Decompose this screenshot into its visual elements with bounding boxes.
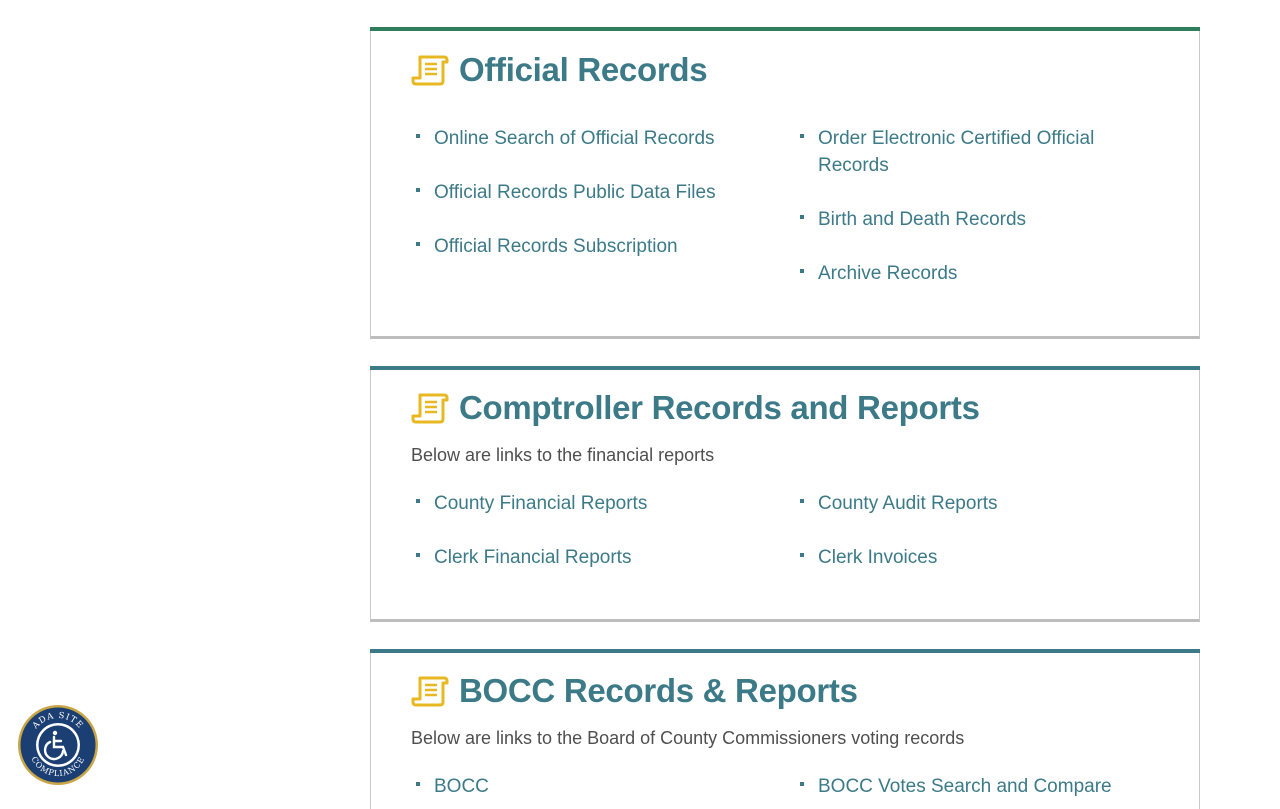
card-top-bar bbox=[370, 27, 1200, 31]
card-header: Comptroller Records and Reports bbox=[411, 389, 980, 427]
bullet bbox=[416, 242, 420, 246]
order-certified-records-link[interactable]: Order Electronic Certified Official Reco… bbox=[818, 125, 1126, 179]
list-item: Official Records Subscription bbox=[412, 233, 772, 260]
county-audit-reports-link[interactable]: County Audit Reports bbox=[818, 490, 998, 517]
card-top-bar bbox=[370, 366, 1200, 370]
bocc-votes-search-link[interactable]: BOCC Votes Search and Compare bbox=[818, 773, 1112, 800]
list-item: Official Records Public Data Files bbox=[412, 179, 772, 206]
card-top-bar bbox=[370, 649, 1200, 653]
bullet bbox=[800, 215, 804, 219]
list-item: County Financial Reports bbox=[412, 490, 772, 517]
list-item: Birth and Death Records bbox=[796, 206, 1156, 233]
section-title: BOCC Records & Reports bbox=[459, 672, 858, 709]
scroll-icon bbox=[411, 55, 449, 86]
bullet bbox=[416, 134, 420, 138]
list-item: Clerk Financial Reports bbox=[412, 544, 772, 571]
list-item: Clerk Invoices bbox=[796, 544, 1156, 571]
card-header: Official Records bbox=[411, 51, 708, 89]
county-financial-reports-link[interactable]: County Financial Reports bbox=[434, 490, 647, 517]
section-title: Comptroller Records and Reports bbox=[459, 389, 980, 426]
bullet bbox=[800, 134, 804, 138]
bullet bbox=[800, 269, 804, 273]
bullet bbox=[416, 499, 420, 503]
bocc-records-card: BOCC Records & Reports Below are links t… bbox=[370, 649, 1200, 809]
public-data-files-link[interactable]: Official Records Public Data Files bbox=[434, 179, 716, 206]
list-item: Order Electronic Certified Official Reco… bbox=[796, 125, 1126, 179]
ada-compliance-badge[interactable]: ADA SITE COMPLIANCE bbox=[17, 704, 99, 786]
scroll-icon bbox=[411, 676, 449, 707]
list-item: Archive Records bbox=[796, 260, 1156, 287]
bullet bbox=[800, 499, 804, 503]
archive-records-link[interactable]: Archive Records bbox=[818, 260, 957, 287]
online-search-link[interactable]: Online Search of Official Records bbox=[434, 125, 715, 152]
birth-death-records-link[interactable]: Birth and Death Records bbox=[818, 206, 1026, 233]
list-item: Online Search of Official Records bbox=[412, 125, 772, 152]
bocc-link[interactable]: BOCC bbox=[434, 773, 489, 800]
section-description: Below are links to the Board of County C… bbox=[411, 728, 965, 748]
section-title: Official Records bbox=[459, 51, 708, 88]
subscription-link[interactable]: Official Records Subscription bbox=[434, 233, 678, 260]
scroll-icon bbox=[411, 393, 449, 424]
bullet bbox=[800, 553, 804, 557]
list-item: BOCC bbox=[412, 773, 772, 800]
bullet bbox=[416, 188, 420, 192]
section-description: Below are links to the financial reports bbox=[411, 445, 715, 465]
list-item: BOCC Votes Search and Compare bbox=[796, 773, 1156, 800]
bullet bbox=[416, 553, 420, 557]
card-header: BOCC Records & Reports bbox=[411, 672, 858, 710]
bullet bbox=[416, 782, 420, 786]
clerk-invoices-link[interactable]: Clerk Invoices bbox=[818, 544, 937, 571]
comptroller-records-card: Comptroller Records and Reports Below ar… bbox=[370, 366, 1200, 622]
clerk-financial-reports-link[interactable]: Clerk Financial Reports bbox=[434, 544, 631, 571]
list-item: County Audit Reports bbox=[796, 490, 1156, 517]
bullet bbox=[800, 782, 804, 786]
official-records-card: Official Records Online Search of Offici… bbox=[370, 27, 1200, 339]
